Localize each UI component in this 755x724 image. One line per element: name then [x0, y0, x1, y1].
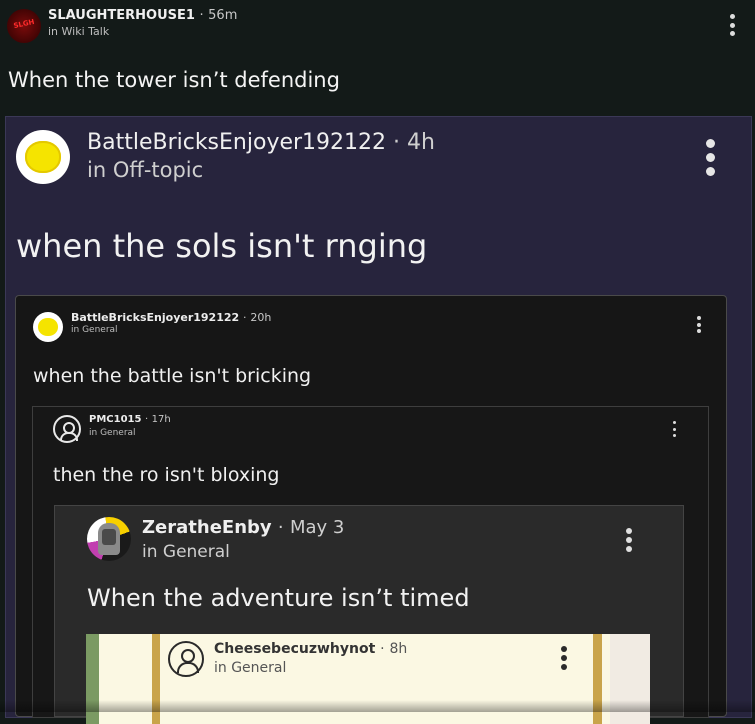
avatar-text: SLGH [12, 17, 36, 31]
username-link[interactable]: SLAUGHTERHOUSE1 [48, 8, 195, 23]
more-options-icon[interactable] [561, 646, 567, 670]
category-link[interactable]: in General [89, 428, 136, 438]
more-options-icon[interactable] [729, 14, 735, 36]
bottom-fade [0, 700, 755, 712]
timestamp: 4h [407, 130, 435, 155]
timestamp: 56m [208, 8, 238, 23]
quoted-post-title: when the battle isn't bricking [33, 365, 312, 387]
category-link[interactable]: in General [71, 325, 118, 335]
quoted-post-title: When the adventure isn’t timed [87, 584, 470, 612]
timestamp: 8h [389, 641, 408, 657]
post-title: When the tower isn’t defending [8, 68, 340, 92]
username-link[interactable]: PMC1015 [89, 414, 141, 425]
avatar[interactable] [16, 130, 70, 184]
meta-separator: · [393, 130, 401, 155]
meta-separator: · [243, 311, 247, 324]
username-link[interactable]: Cheesebecuzwhynot [214, 641, 375, 657]
timestamp: May 3 [289, 517, 345, 538]
more-options-icon[interactable] [626, 528, 632, 552]
more-options-icon[interactable] [704, 139, 716, 176]
quoted-post-title: when the sols isn't rnging [16, 227, 428, 265]
category-link[interactable]: in General [214, 660, 286, 676]
quoted-post-meta: PMC1015 · 17h [89, 414, 171, 425]
avatar[interactable]: SLGH [7, 9, 41, 43]
quoted-post-meta: BattleBricksEnjoyer192122 · 20h [71, 311, 271, 324]
username-link[interactable]: BattleBricksEnjoyer192122 [87, 130, 386, 155]
meta-separator: · [277, 517, 284, 538]
timestamp: 20h [250, 311, 272, 324]
category-link[interactable]: in General [142, 542, 230, 562]
quoted-post-title: then the ro isn't bloxing [53, 464, 280, 486]
quoted-post-meta: BattleBricksEnjoyer192122 · 4h [87, 130, 435, 155]
category-link[interactable]: in Off-topic [87, 158, 203, 182]
default-avatar-icon[interactable] [53, 415, 81, 443]
more-options-icon[interactable] [672, 421, 676, 437]
timestamp: 17h [151, 414, 171, 425]
category-link[interactable]: in Wiki Talk [48, 25, 109, 38]
meta-separator: · [199, 8, 204, 23]
meta-separator: · [380, 641, 385, 657]
quoted-post-meta: ZeratheEnby · May 3 [142, 517, 344, 538]
default-avatar-icon[interactable] [168, 641, 204, 677]
more-options-icon[interactable] [697, 316, 701, 333]
meta-separator: · [144, 414, 149, 425]
post-meta: SLAUGHTERHOUSE1 · 56m [48, 8, 237, 23]
username-link[interactable]: ZeratheEnby [142, 517, 272, 538]
avatar[interactable] [87, 517, 131, 561]
avatar[interactable] [33, 312, 63, 342]
username-link[interactable]: BattleBricksEnjoyer192122 [71, 311, 239, 324]
quoted-post-meta: Cheesebecuzwhynot · 8h [214, 641, 407, 657]
